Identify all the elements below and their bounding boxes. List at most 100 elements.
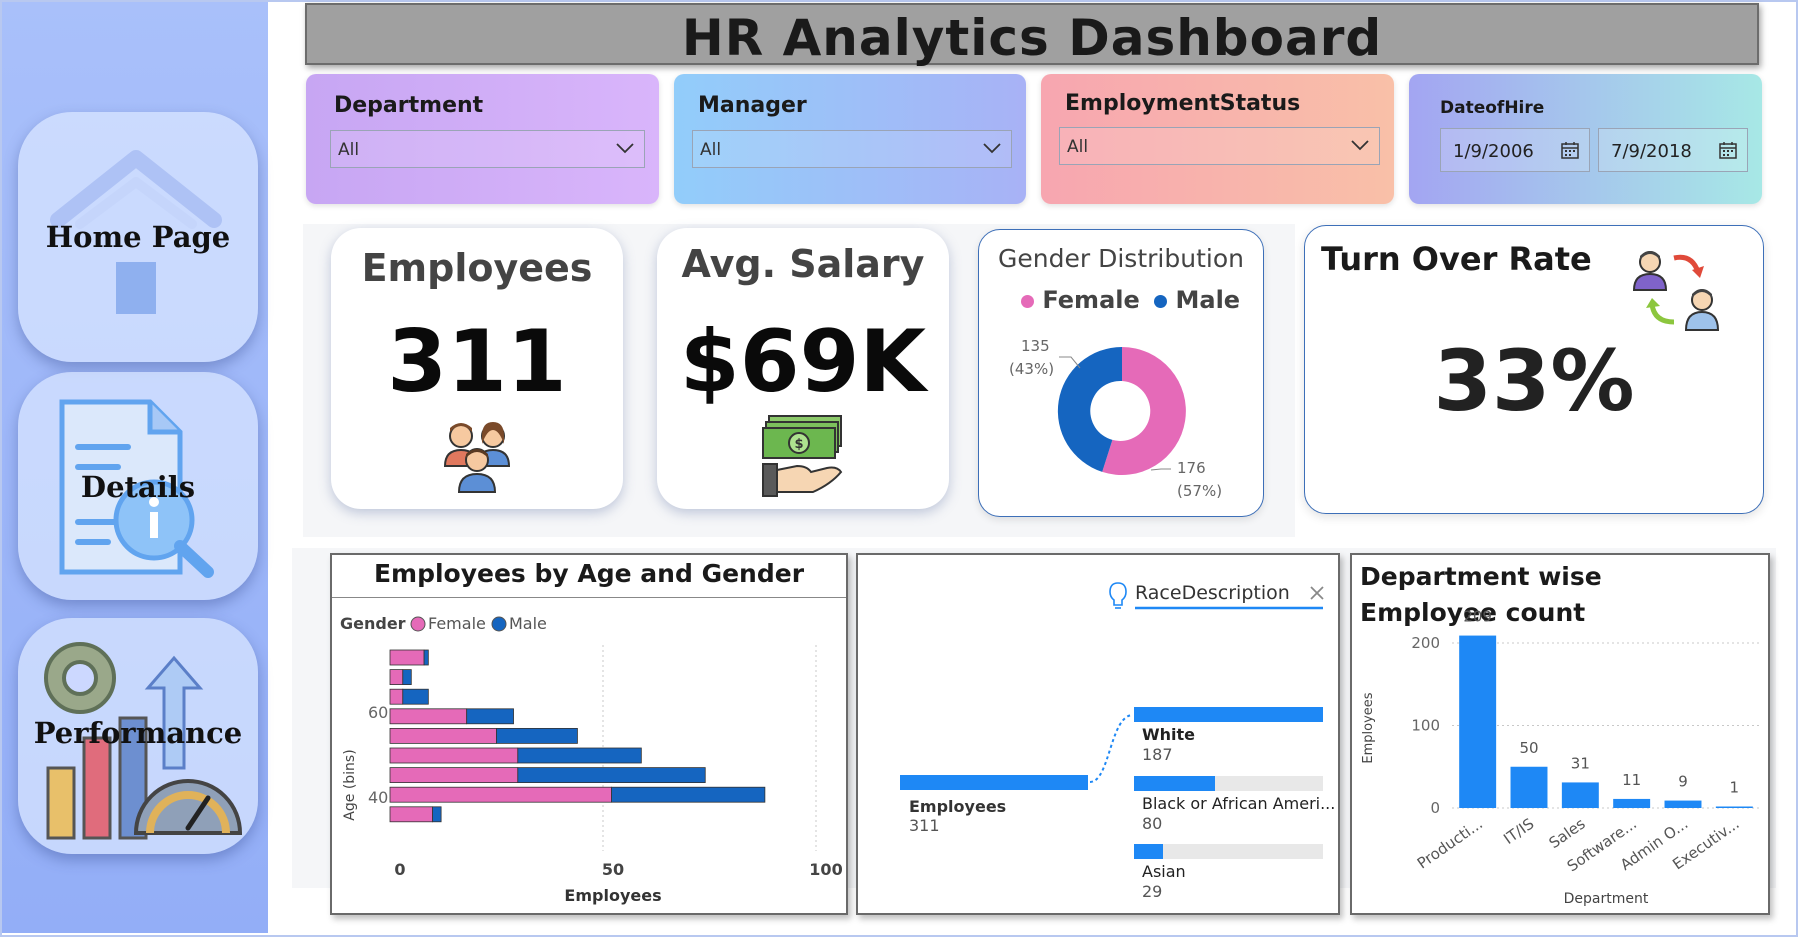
decomp-node-value: 187	[1142, 745, 1173, 764]
male-bar[interactable]	[466, 708, 514, 725]
close-icon[interactable]	[1310, 586, 1324, 600]
decomp-node-value: 80	[1142, 814, 1162, 833]
department-slicer: Department All	[306, 74, 659, 204]
nav-home-page[interactable]: Home Page	[18, 112, 258, 362]
avg-salary-kpi-card: Avg. Salary $69K $	[657, 228, 949, 509]
gender-distribution-card: Gender Distribution Female Male 135 (43%…	[978, 229, 1264, 517]
dept-data-label: 1	[1730, 779, 1740, 797]
decomp-root-value: 311	[909, 816, 940, 835]
male-bar[interactable]	[517, 767, 706, 784]
dept-bar[interactable]	[1715, 806, 1753, 809]
female-bar[interactable]	[389, 767, 519, 784]
nav-details-label: Details	[80, 470, 196, 504]
dept-y-tick: 0	[1430, 799, 1440, 817]
male-bar[interactable]	[423, 649, 429, 666]
race-decomposition-panel: RaceDescription Employees 311 White 187 …	[856, 553, 1340, 915]
dept-bar[interactable]	[1613, 798, 1651, 808]
dept-bar[interactable]	[1561, 782, 1599, 808]
male-bar[interactable]	[496, 727, 578, 744]
dept-data-label: 11	[1622, 771, 1641, 789]
dept-x-axis-title: Department	[1564, 891, 1649, 907]
female-bar[interactable]	[389, 649, 425, 666]
male-count-label: 135	[1021, 337, 1050, 355]
female-bar[interactable]	[389, 669, 404, 685]
dept-bar[interactable]	[1664, 800, 1702, 808]
people-group-icon	[443, 422, 511, 493]
age-legend-male-dot	[491, 616, 507, 632]
employees-kpi-label: Employees	[361, 246, 593, 290]
date-of-hire-label: DateofHire	[1440, 98, 1545, 118]
decomp-node-label: Black or African Ameri...	[1142, 794, 1335, 813]
female-bar[interactable]	[389, 688, 404, 705]
female-bar[interactable]	[389, 727, 497, 744]
sidebar: Home Page Details Performance	[2, 2, 268, 933]
employment-status-dropdown[interactable]: All	[1059, 127, 1380, 165]
date-of-hire-slicer: DateofHire 1/9/2006 7/9/2018	[1409, 74, 1762, 204]
emp-axis-title: Employees	[564, 886, 661, 905]
age-legend-male: Male	[509, 614, 547, 633]
manager-value: All	[700, 140, 722, 160]
decomp-node-bar[interactable]	[1134, 707, 1323, 722]
age-legend-female-dot	[410, 616, 426, 632]
decomp-field-label[interactable]: RaceDescription	[1135, 582, 1290, 604]
age-gender-panel: Employees by Age and Gender Gender Femal…	[330, 553, 848, 915]
dept-bar[interactable]	[1510, 766, 1548, 808]
female-bar[interactable]	[389, 786, 612, 803]
dept-data-label: 9	[1678, 773, 1688, 791]
chevron-down-icon	[983, 143, 1001, 154]
decomp-node-bar[interactable]	[1134, 844, 1163, 859]
employment-status-value: All	[1067, 137, 1089, 157]
employment-status-slicer: EmploymentStatus All	[1041, 74, 1394, 204]
manager-label: Manager	[698, 93, 807, 118]
decomp-root-label: Employees	[909, 797, 1006, 816]
gender-donut-chart: 135 (43%) 176 (57%)	[1009, 337, 1222, 500]
dept-data-label: 31	[1571, 754, 1590, 772]
male-bar[interactable]	[402, 688, 429, 705]
avg-salary-kpi-label: Avg. Salary	[681, 242, 925, 286]
department-bar-chart: Employees Department 0 100 200 209 Producti.…	[1361, 608, 1760, 907]
nav-performance[interactable]: Performance	[18, 618, 258, 854]
age-tick-60: 60	[368, 703, 388, 722]
turnover-rate-card: Turn Over Rate 33%	[1304, 225, 1764, 514]
dashboard-title-bar: HR Analytics Dashboard	[305, 3, 1759, 67]
dept-data-label: 50	[1519, 739, 1538, 757]
female-leader-line	[1150, 468, 1171, 471]
department-count-panel: Department wise Employee count Employees…	[1350, 553, 1770, 915]
male-bar[interactable]	[517, 747, 642, 764]
female-bar[interactable]	[389, 806, 433, 823]
dept-bar[interactable]	[1459, 635, 1497, 808]
age-tick-40: 40	[368, 788, 388, 807]
dept-y-tick: 100	[1411, 717, 1440, 735]
emp-tick-50: 50	[602, 860, 624, 879]
department-value: All	[338, 140, 360, 160]
manager-dropdown[interactable]: All	[692, 130, 1012, 168]
manager-slicer: Manager All	[674, 74, 1026, 204]
age-legend-title: Gender	[340, 614, 406, 633]
nav-details[interactable]: Details	[18, 372, 258, 600]
avg-salary-kpi-value: $69K	[679, 312, 927, 412]
male-pct-label: (43%)	[1009, 360, 1054, 378]
age-gender-bar-chart: Gender Female Male Age (bins) 60 40 0 50…	[340, 614, 843, 905]
chevron-down-icon	[616, 143, 634, 154]
emp-tick-100: 100	[809, 860, 842, 879]
department-dropdown[interactable]: All	[330, 130, 645, 168]
chevron-down-icon	[1351, 140, 1369, 151]
decomp-node-bar[interactable]	[1134, 776, 1215, 791]
hire-end-date[interactable]: 7/9/2018	[1598, 128, 1748, 172]
female-bar[interactable]	[389, 708, 468, 725]
dept-y-tick: 200	[1411, 634, 1440, 652]
female-bar[interactable]	[389, 747, 519, 764]
hire-start-date[interactable]: 1/9/2006	[1440, 128, 1590, 172]
decomp-root-bar[interactable]	[900, 775, 1088, 790]
employees-kpi-card: Employees 311	[331, 228, 623, 509]
male-bar[interactable]	[402, 669, 412, 685]
male-bar[interactable]	[611, 786, 766, 803]
dept-category-label: IT/IS	[1500, 815, 1537, 848]
hire-end-value: 7/9/2018	[1611, 141, 1692, 162]
decomp-node-label: White	[1142, 725, 1195, 744]
employee-exchange-icon	[1632, 251, 1720, 331]
decomp-connector	[1089, 714, 1134, 783]
employment-status-label: EmploymentStatus	[1065, 91, 1301, 116]
male-bar[interactable]	[432, 806, 442, 823]
money-hand-icon: $	[762, 415, 843, 497]
